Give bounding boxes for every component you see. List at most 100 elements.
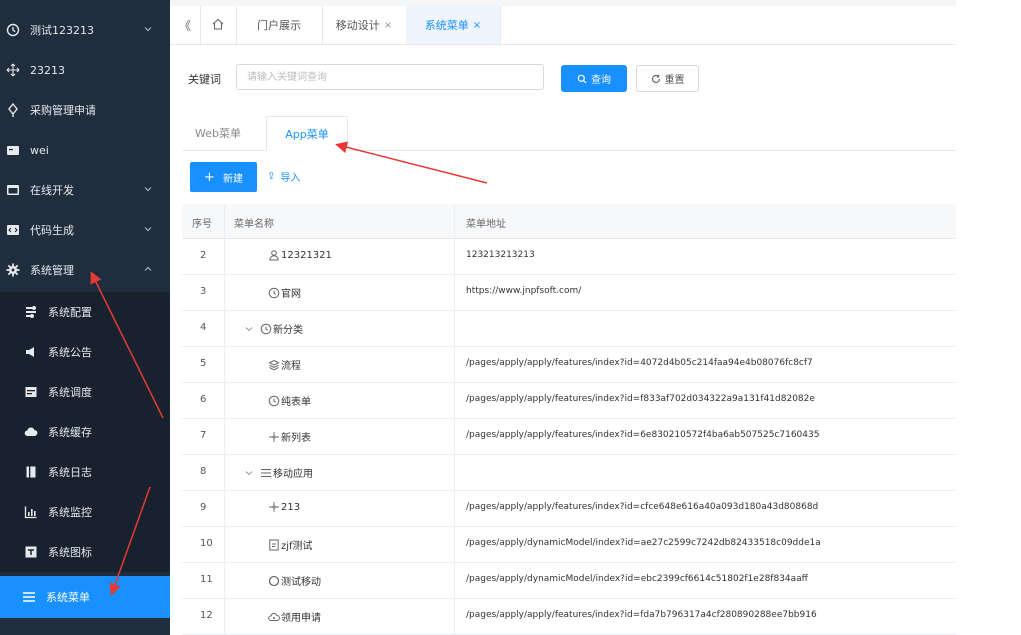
column-divider [454, 274, 455, 310]
row-number: 6 [200, 394, 207, 405]
close-icon[interactable]: × [473, 20, 481, 31]
table-row[interactable]: 8 移动应用 [182, 454, 956, 491]
sidebar-item-online-dev[interactable]: 在线开发 [0, 170, 170, 210]
row-number: 12 [200, 610, 213, 621]
query-button-label: 查询 [591, 75, 611, 86]
home-icon [211, 17, 225, 34]
sidebar-item-test123213[interactable]: 测试123213 [0, 10, 170, 50]
sidebar-subitem-monitor[interactable]: 系统监控 [0, 492, 170, 532]
plus-icon: + [204, 169, 215, 185]
sidebar-item-wei[interactable]: wei [0, 130, 170, 170]
window-icon [6, 183, 20, 197]
image-icon [24, 545, 38, 559]
diamond-pin-icon [6, 103, 20, 117]
sidebar-item-label: 系统管理 [30, 264, 74, 277]
sidebar-subitem-label: 系统图标 [48, 546, 92, 559]
sidebar-item-purchase[interactable]: 采购管理申请 [0, 90, 170, 130]
chevron-down-icon[interactable] [244, 324, 254, 334]
menu-name: 移动应用 [273, 469, 313, 480]
sidebar-item-label: 测试123213 [30, 24, 94, 37]
menu-name-cell: 新分类 [244, 321, 303, 336]
tab-portal-display[interactable]: 门户展示 [236, 6, 323, 44]
table-row[interactable]: 5 流程/pages/apply/apply/features/index?id=… [182, 346, 956, 383]
sidebar-subitem-config[interactable]: 系统配置 [0, 292, 170, 332]
menu-name-cell: zjf测试 [268, 537, 313, 552]
tab-mobile-design[interactable]: 移动设计 × [322, 6, 407, 44]
sidebar-subitem-log[interactable]: 系统日志 [0, 452, 170, 492]
row-number: 10 [200, 538, 213, 549]
layers-icon [268, 359, 280, 371]
sidebar: 测试123213 23213 采购管理申请 wei 在线开发 代码生成 系统管理… [0, 0, 170, 635]
menu-name: 新列表 [281, 433, 311, 444]
menu-url: /pages/apply/dynamicModel/index?id=ae27c… [466, 538, 821, 548]
menu-name-cell: 领用申请 [268, 609, 321, 624]
menu-name-cell: 官网 [268, 285, 301, 300]
search-bar: 关键词 查询 重置 [170, 60, 956, 96]
menu-name: 官网 [281, 289, 301, 300]
table-row[interactable]: 9 213/pages/apply/apply/features/index?id… [182, 490, 956, 527]
sidebar-item-23213[interactable]: 23213 [0, 50, 170, 90]
new-button[interactable]: + 新建 [190, 162, 257, 192]
tab-label: Web菜单 [195, 127, 241, 140]
menu-name: 纯表单 [281, 397, 311, 408]
column-divider [454, 346, 455, 382]
table-row[interactable]: 11 测试移动/pages/apply/dynamicModel/index?id… [182, 562, 956, 599]
sidebar-item-system-management[interactable]: 系统管理 [0, 250, 170, 290]
import-button[interactable]: ⇪ 导入 [267, 169, 300, 184]
move-icon [6, 63, 20, 77]
menu-name: 测试移动 [281, 577, 321, 588]
import-button-label: 导入 [280, 173, 301, 184]
chevron-down-icon[interactable] [244, 468, 254, 478]
tab-system-menu[interactable]: 系统菜单 × [406, 6, 501, 44]
table-row[interactable]: 12 领用申请/pages/apply/apply/features/index?… [182, 598, 956, 635]
close-icon[interactable]: × [384, 20, 392, 31]
sidebar-subitem-label: 系统监控 [48, 506, 92, 519]
menu-icon [22, 590, 36, 604]
column-divider [454, 310, 455, 346]
doc-icon [268, 539, 280, 551]
sidebar-subitem-cache[interactable]: 系统缓存 [0, 412, 170, 452]
row-number: 2 [200, 250, 207, 261]
keyword-input[interactable] [236, 64, 544, 90]
sidebar-subitem-announcement[interactable]: 系统公告 [0, 332, 170, 372]
sidebar-subitem-label: 系统日志 [48, 466, 92, 479]
menu-name: zjf测试 [281, 541, 313, 552]
table-row[interactable]: 3 官网 https://www.jnpfsoft.com/ [182, 274, 956, 311]
column-divider [454, 418, 455, 454]
tab-label: 移动设计 [335, 19, 380, 32]
search-icon [577, 74, 587, 84]
refresh-icon [651, 74, 661, 84]
column-divider [224, 346, 225, 382]
table-row[interactable]: 10 zjf测试/pages/apply/dynamicModel/index?i… [182, 526, 956, 563]
sidebar-subitem-schedule[interactable]: 系统调度 [0, 372, 170, 412]
table-row[interactable]: 7 新列表/pages/apply/apply/features/index?id… [182, 418, 956, 455]
sidebar-subitem-icons[interactable]: 系统图标 [0, 532, 170, 572]
table-row[interactable]: 4 新分类 [182, 310, 956, 347]
menu-url: /pages/apply/apply/features/index?id=fda… [466, 610, 817, 620]
user-icon [268, 249, 280, 261]
table-header: 序号 菜单名称 菜单地址 [182, 204, 956, 239]
sidebar-item-codegen[interactable]: 代码生成 [0, 210, 170, 250]
menu-name-cell: 12321321 [268, 249, 332, 261]
chevron-up-icon [142, 263, 154, 275]
menu-url: /pages/apply/apply/features/index?id=cfc… [466, 502, 819, 512]
tab-bar: 《 门户展示 移动设计 × 系统菜单 × [170, 6, 956, 45]
table-row[interactable]: 2 12321321 123213213213 [182, 238, 956, 275]
upload-icon: ⇪ [267, 171, 276, 182]
column-divider [454, 454, 455, 490]
home-tab[interactable] [200, 6, 237, 44]
circle-icon [268, 575, 280, 587]
menu-name: 12321321 [281, 249, 332, 261]
sidebar-subitem-menu[interactable]: 系统菜单 [0, 576, 170, 618]
sidebar-item-label: 采购管理申请 [30, 104, 96, 117]
clock-icon [260, 323, 272, 335]
row-number: 9 [200, 502, 207, 513]
collapse-sidebar-button[interactable]: 《 [170, 6, 201, 44]
query-button[interactable]: 查询 [561, 65, 627, 92]
tab-app-menu[interactable]: App菜单 [266, 116, 348, 151]
column-divider [454, 598, 455, 634]
table-row[interactable]: 6 纯表单/pages/apply/apply/features/index?id… [182, 382, 956, 419]
reset-button[interactable]: 重置 [636, 65, 699, 92]
column-divider [224, 562, 225, 598]
tab-web-menu[interactable]: Web菜单 [182, 116, 254, 150]
